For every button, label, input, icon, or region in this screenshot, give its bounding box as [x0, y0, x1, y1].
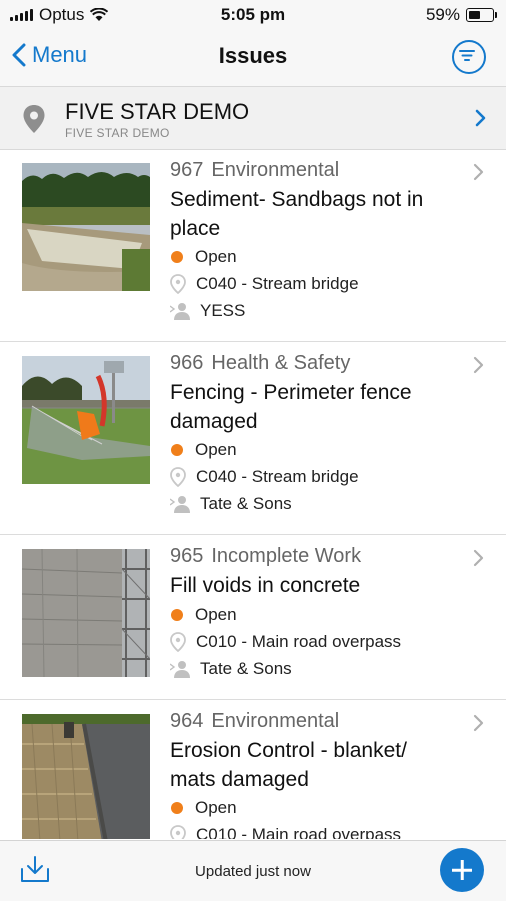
issue-category: Environmental	[211, 159, 340, 181]
issue-number: 965	[170, 545, 204, 567]
chevron-right-icon	[473, 549, 484, 567]
assignee-label: Tate & Sons	[200, 494, 292, 513]
issue-location: C040 - Stream bridge	[170, 274, 359, 294]
location-pin-icon	[170, 632, 186, 652]
issue-photo	[22, 356, 150, 484]
chevron-right-icon	[475, 109, 486, 127]
issue-photo	[22, 549, 150, 677]
battery-percent: 59%	[425, 5, 460, 24]
issue-photo	[22, 163, 150, 291]
issue-header: 967 Environmental	[170, 159, 339, 182]
issue-title: Erosion Control - blanket/ mats damaged	[170, 739, 407, 791]
issue-category: Environmental	[211, 710, 340, 732]
issue-row[interactable]: 966 Health & Safety Fencing - Perimeter f…	[0, 342, 506, 535]
location-pin-icon	[170, 825, 186, 839]
issue-category: Health & Safety	[211, 352, 351, 374]
issue-header: 966 Health & Safety	[170, 352, 350, 375]
issue-header: 964 Environmental	[170, 710, 339, 733]
issue-assignee: Tate & Sons	[170, 494, 292, 514]
location-label: C040 - Stream bridge	[196, 274, 359, 293]
issue-status: Open	[170, 605, 237, 625]
chevron-right-icon	[473, 714, 484, 732]
issue-photo	[22, 714, 150, 839]
issue-category: Incomplete Work	[211, 545, 362, 567]
issue-number: 964	[170, 710, 204, 732]
issue-location: C010 - Main road overpass	[170, 632, 401, 652]
issue-title: Fencing - Perimeter fence damaged	[170, 381, 412, 433]
page-title: Issues	[218, 43, 288, 68]
issue-location: C010 - Main road overpass	[170, 825, 401, 839]
issue-row[interactable]: 967 Environmental Sediment- Sandbags not …	[0, 149, 506, 342]
add-issue-button[interactable]	[440, 848, 484, 892]
status-label: Open	[195, 798, 237, 817]
battery-icon	[466, 8, 497, 22]
location-label: C040 - Stream bridge	[196, 467, 359, 486]
issue-number: 966	[170, 352, 204, 374]
status-right: 59%	[425, 5, 497, 25]
issue-status: Open	[170, 440, 237, 460]
issue-row[interactable]: 964 Environmental Erosion Control - blank…	[0, 700, 506, 839]
issue-location: C040 - Stream bridge	[170, 467, 359, 487]
status-label: Open	[195, 440, 237, 459]
status-bar: Optus 5:05 pm 59%	[0, 0, 506, 30]
issue-list[interactable]: 967 Environmental Sediment- Sandbags not …	[0, 149, 506, 839]
project-name: FIVE STAR DEMO	[65, 99, 250, 124]
issue-row[interactable]: 965 Incomplete Work Fill voids in concret…	[0, 535, 506, 700]
issue-number: 967	[170, 159, 204, 181]
location-pin-icon	[23, 105, 45, 133]
status-dot-icon	[171, 802, 183, 814]
status-label: Open	[195, 247, 237, 266]
issue-title: Sediment- Sandbags not in place	[170, 188, 424, 240]
project-selector[interactable]: FIVE STAR DEMO FIVE STAR DEMO	[0, 86, 506, 150]
status-label: Open	[195, 605, 237, 624]
assignee-label: Tate & Sons	[200, 659, 292, 678]
assignee-icon	[170, 661, 190, 678]
location-pin-icon	[170, 274, 186, 294]
issue-assignee: Tate & Sons	[170, 659, 292, 679]
assignee-label: YESS	[200, 301, 246, 320]
filter-icon	[459, 50, 475, 61]
location-label: C010 - Main road overpass	[196, 632, 402, 651]
location-label: C010 - Main road overpass	[196, 825, 402, 839]
assignee-icon	[170, 496, 190, 513]
location-pin-icon	[170, 467, 186, 487]
issue-assignee: YESS	[170, 301, 245, 321]
issue-status: Open	[170, 798, 237, 818]
status-dot-icon	[171, 609, 183, 621]
bottom-toolbar: Updated just now	[0, 840, 506, 901]
issue-header: 965 Incomplete Work	[170, 545, 361, 568]
issue-title: Fill voids in concrete	[170, 574, 361, 597]
assignee-icon	[170, 303, 190, 320]
chevron-right-icon	[473, 356, 484, 374]
chevron-right-icon	[473, 163, 484, 181]
status-dot-icon	[171, 444, 183, 456]
status-dot-icon	[171, 251, 183, 263]
filter-button[interactable]	[452, 40, 486, 74]
issue-status: Open	[170, 247, 237, 267]
sync-status: Updated just now	[195, 863, 311, 880]
nav-bar: Menu Issues	[0, 30, 506, 86]
project-subtitle: FIVE STAR DEMO	[65, 126, 170, 140]
